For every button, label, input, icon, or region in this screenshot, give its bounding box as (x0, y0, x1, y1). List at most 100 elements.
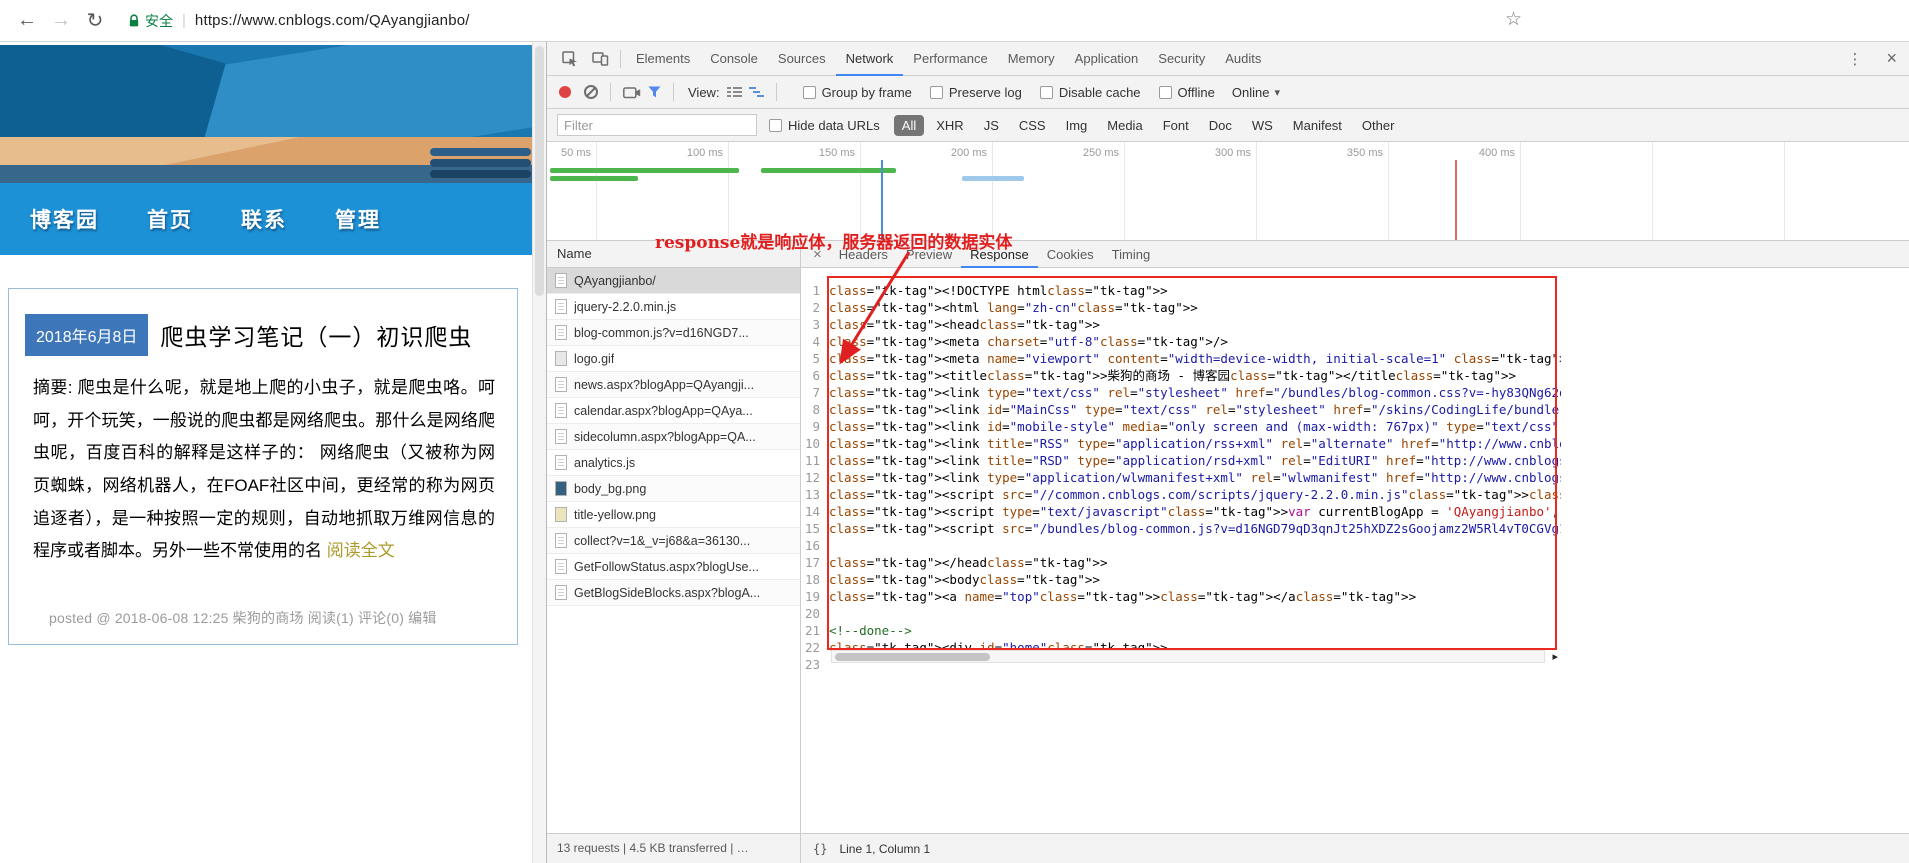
devtools-tab-sources[interactable]: Sources (768, 42, 836, 76)
devtools-menu-icon[interactable]: ⋮ (1835, 50, 1874, 68)
devtools-tab-elements[interactable]: Elements (626, 42, 700, 76)
network-summary-bar: 13 requests | 4.5 KB transferred | … (547, 833, 801, 863)
request-row[interactable]: body_bg.png (547, 476, 800, 502)
request-row[interactable]: collect?v=1&_v=j68&a=36130... (547, 528, 800, 554)
request-row[interactable]: title-yellow.png (547, 502, 800, 528)
back-button[interactable]: ← (10, 9, 44, 32)
security-badge[interactable]: 安全 (145, 11, 173, 31)
filter-input[interactable] (557, 114, 757, 136)
read-more-link[interactable]: 阅读全文 (327, 541, 395, 560)
response-subtab-timing[interactable]: Timing (1103, 241, 1160, 268)
bookmark-star-icon[interactable]: ☆ (1505, 8, 1522, 31)
reload-button[interactable]: ↻ (78, 8, 112, 33)
page-scrollbar-thumb[interactable] (535, 46, 544, 296)
overview-gridline (728, 142, 729, 240)
request-row[interactable]: sidecolumn.aspx?blogApp=QA... (547, 424, 800, 450)
nav-item-[interactable]: 博客园 (30, 204, 99, 234)
clear-icon[interactable] (584, 85, 598, 99)
request-row[interactable]: blog-common.js?v=d16NGD7... (547, 320, 800, 346)
request-row[interactable]: jquery-2.2.0.min.js (547, 294, 800, 320)
nav-item-[interactable]: 管理 (335, 204, 381, 234)
horizontal-scrollbar-thumb[interactable] (835, 653, 990, 661)
small-rows-view-icon[interactable] (726, 86, 742, 98)
device-toolbar-icon[interactable] (585, 42, 615, 76)
response-source-viewer[interactable]: 1 class="tk-tag"><!DOCTYPE htmlclass="tk-… (801, 268, 1561, 673)
request-row[interactable]: QAyangjianbo/ (547, 268, 800, 294)
filter-type-other[interactable]: Other (1354, 115, 1403, 136)
code-text: class="tk-tag"><link title="RSS" type="a… (829, 436, 1561, 451)
network-overview-graph[interactable]: 50 ms 100 ms 150 ms 200 ms 250 ms 300 ms 350 m… (547, 142, 1909, 241)
record-icon[interactable] (559, 86, 571, 98)
devtools-tab-console[interactable]: Console (700, 42, 768, 76)
pretty-print-icon[interactable]: {} (813, 842, 827, 856)
capture-screenshots-icon[interactable] (623, 86, 641, 99)
request-row[interactable]: calendar.aspx?blogApp=QAya... (547, 398, 800, 424)
devtools-tab-performance[interactable]: Performance (903, 42, 997, 76)
banner-bar-decoration (430, 148, 531, 156)
filter-type-doc[interactable]: Doc (1201, 115, 1240, 136)
document-icon (555, 377, 567, 392)
response-subtab-cookies[interactable]: Cookies (1038, 241, 1103, 268)
response-code-line: 8 class="tk-tag"><link id="MainCss" type=… (801, 401, 1561, 418)
network-option-checkboxes: Group by frame Preserve log Disable cache O… (802, 85, 1215, 100)
filter-type-css[interactable]: CSS (1011, 115, 1054, 136)
post-date-badge: 2018年6月8日 (25, 314, 149, 356)
filter-type-xhr[interactable]: XHR (928, 115, 971, 136)
page-scrollbar[interactable] (532, 42, 546, 863)
filter-type-ws[interactable]: WS (1244, 115, 1281, 136)
request-row[interactable]: GetFollowStatus.aspx?blogUse... (547, 554, 800, 580)
filter-funnel-icon[interactable] (648, 86, 661, 98)
overview-tick-label: 200 ms (950, 147, 987, 159)
request-row[interactable]: GetBlogSideBlocks.aspx?blogA... (547, 580, 800, 606)
devtools-tab-audits[interactable]: Audits (1215, 42, 1271, 76)
filter-type-media[interactable]: Media (1099, 115, 1150, 136)
throttling-dropdown[interactable]: Online ▾ (1232, 85, 1280, 100)
response-code-line: 6 class="tk-tag"><titleclass="tk-tag">>柴狗… (801, 367, 1561, 384)
horizontal-scrollbar[interactable]: ▸ (831, 650, 1558, 663)
nav-item-[interactable]: 首页 (147, 204, 193, 234)
network-filter-bar: Hide data URLs AllXHRJSCSSImgMediaFontDo… (547, 109, 1909, 142)
request-row[interactable]: analytics.js (547, 450, 800, 476)
scroll-right-icon[interactable]: ▸ (1552, 650, 1558, 663)
chevron-down-icon: ▾ (1274, 86, 1280, 99)
checkbox-offline[interactable]: Offline (1158, 85, 1215, 100)
filter-type-all[interactable]: All (893, 114, 925, 136)
line-number: 3 (812, 317, 820, 332)
request-row[interactable]: news.aspx?blogApp=QAyangji... (547, 372, 800, 398)
line-number: 15 (804, 521, 820, 536)
filter-type-img[interactable]: Img (1058, 115, 1096, 136)
checkbox-preserve-log[interactable]: Preserve log (929, 85, 1022, 100)
image-icon (555, 507, 567, 522)
url-text[interactable]: https://www.cnblogs.com/QAyangjianbo/ (195, 12, 470, 29)
post-title[interactable]: 爬虫学习笔记（一）初识爬虫 (160, 318, 472, 352)
forward-button[interactable]: → (44, 9, 78, 32)
devtools-tab-application[interactable]: Application (1065, 42, 1149, 76)
overview-gridline (1652, 142, 1653, 240)
checkbox-group-by-frame[interactable]: Group by frame (802, 85, 912, 100)
inspect-element-icon[interactable] (555, 42, 585, 76)
line-number: 16 (804, 538, 820, 553)
line-number: 10 (804, 436, 820, 451)
filter-type-js[interactable]: JS (976, 115, 1007, 136)
response-code-line: 16 (801, 537, 1561, 554)
checkbox-disable-cache[interactable]: Disable cache (1039, 85, 1141, 100)
response-code-line: 20 (801, 605, 1561, 622)
devtools-tab-security[interactable]: Security (1148, 42, 1215, 76)
line-number: 1 (812, 283, 820, 298)
line-number: 14 (804, 504, 820, 519)
waterfall-overview-icon[interactable] (748, 86, 764, 98)
code-text: class="tk-tag"><link title="RSD" type="a… (829, 453, 1561, 468)
hide-data-urls-checkbox[interactable]: Hide data URLs (769, 118, 880, 133)
filter-type-font[interactable]: Font (1155, 115, 1197, 136)
request-name: body_bg.png (574, 481, 647, 496)
devtools-close-icon[interactable]: × (1874, 48, 1909, 69)
nav-item-[interactable]: 联系 (241, 204, 287, 234)
devtools-tab-memory[interactable]: Memory (998, 42, 1065, 76)
overview-gridline (1256, 142, 1257, 240)
devtools-tab-network[interactable]: Network (835, 42, 904, 76)
request-row[interactable]: logo.gif (547, 346, 800, 372)
address-bar[interactable]: 安全 | https://www.cnblogs.com/QAyangjianb… (128, 11, 470, 31)
throttling-value: Online (1231, 84, 1270, 100)
filter-type-manifest[interactable]: Manifest (1285, 115, 1350, 136)
post-meta: posted @ 2018-06-08 12:25 柴狗的商场 阅读(1) 评论… (49, 610, 437, 626)
